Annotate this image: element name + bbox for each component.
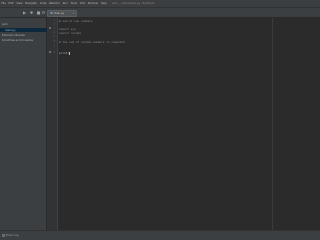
line-number: 5 bbox=[53, 35, 55, 38]
toolbar: ▶ ✱ ■ ⚙ main.py × bbox=[0, 8, 320, 18]
code-text: print( bbox=[59, 51, 70, 55]
line-number: 6 bbox=[53, 40, 55, 43]
run-icon[interactable]: ▶ bbox=[22, 10, 27, 15]
line-number: 2 bbox=[53, 23, 55, 26]
menu-navigate[interactable]: Navigate bbox=[24, 2, 38, 5]
code-editor[interactable]: # sum of two numbers import sys import r… bbox=[58, 18, 320, 230]
fold-marker-icon[interactable] bbox=[49, 27, 51, 29]
menu-view[interactable]: View bbox=[15, 2, 24, 5]
right-margin-guide bbox=[272, 18, 273, 230]
menu-edit[interactable]: Edit bbox=[7, 2, 15, 5]
code-line: # the sum of random numbers is computed bbox=[59, 40, 125, 44]
project-root[interactable]: sum bbox=[2, 23, 8, 26]
close-icon[interactable]: × bbox=[72, 12, 74, 15]
menu-window[interactable]: Window bbox=[86, 2, 99, 5]
line-number: 3 bbox=[53, 27, 55, 30]
scratches[interactable]: Scratches and Consoles bbox=[2, 39, 33, 42]
menu-refactor[interactable]: Refactor bbox=[48, 2, 62, 5]
project-file[interactable]: main.py bbox=[5, 29, 16, 32]
line-number-gutter: 1 2 3 4 5 6 7 8 bbox=[47, 18, 58, 230]
menu-help[interactable]: Help bbox=[99, 2, 108, 5]
line-number: 7 bbox=[53, 45, 55, 48]
status-bar: Event Log bbox=[0, 230, 320, 240]
event-log-icon[interactable] bbox=[2, 234, 5, 237]
python-file-icon bbox=[50, 11, 53, 15]
tab-label: main.py bbox=[53, 11, 65, 15]
debug-icon[interactable]: ✱ bbox=[29, 10, 34, 15]
line-number: 8 bbox=[53, 51, 55, 54]
menu-tools[interactable]: Tools bbox=[69, 2, 78, 5]
menu-file[interactable]: File bbox=[0, 2, 7, 5]
fold-marker-icon[interactable] bbox=[49, 51, 51, 53]
settings-icon[interactable]: ⚙ bbox=[41, 10, 46, 15]
code-line: import random bbox=[59, 31, 81, 35]
event-log-label[interactable]: Event Log bbox=[6, 234, 19, 237]
menu-code[interactable]: Code bbox=[38, 2, 47, 5]
menu-bar: File Edit View Navigate Code Refactor Ru… bbox=[0, 0, 320, 8]
line-number: 4 bbox=[53, 31, 55, 34]
project-panel: sum main.py External Libraries Scratches… bbox=[0, 18, 47, 230]
code-line: # sum of two numbers bbox=[59, 19, 93, 23]
external-libraries[interactable]: External Libraries bbox=[2, 34, 25, 37]
menu-vcs[interactable]: VCS bbox=[78, 2, 86, 5]
tab-main-py[interactable]: main.py × bbox=[47, 9, 77, 17]
code-line-current[interactable]: print( bbox=[59, 51, 70, 55]
menu-run[interactable]: Run bbox=[61, 2, 69, 5]
line-number: 1 bbox=[53, 19, 55, 22]
window-title: sum - ~/sum/main.py - PyCharm bbox=[112, 2, 155, 5]
text-caret bbox=[69, 51, 70, 55]
